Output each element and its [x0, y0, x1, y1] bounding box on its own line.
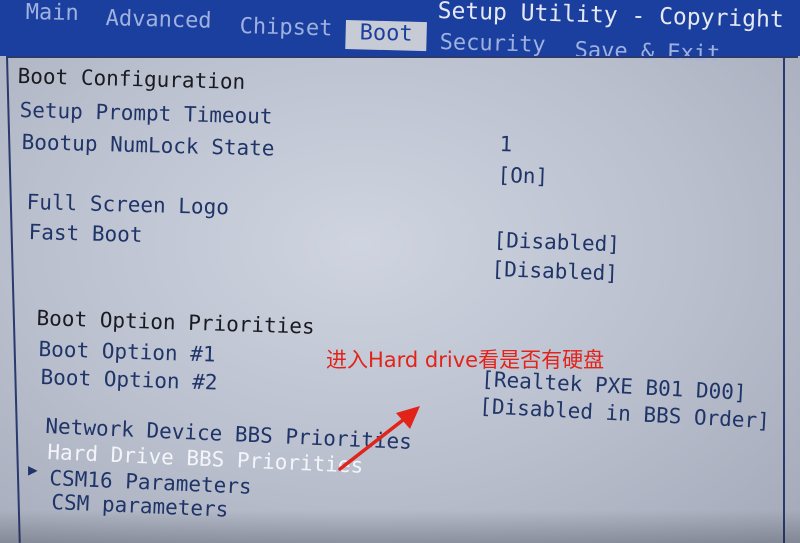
tab-security[interactable]: Security	[439, 30, 546, 58]
tab-chipset[interactable]: Chipset	[239, 14, 332, 41]
tab-main[interactable]: Main	[26, 0, 79, 26]
setup-prompt-timeout-value[interactable]: 1	[499, 132, 512, 156]
bootup-numlock-state-label[interactable]: Bootup NumLock State	[21, 130, 274, 161]
panel-right-border	[783, 56, 785, 543]
fast-boot-label[interactable]: Fast Boot	[28, 220, 142, 247]
panel-top-border	[8, 56, 798, 58]
bottom-shadow	[0, 510, 800, 543]
section-boot-configuration: Boot Configuration	[17, 64, 246, 94]
boot-option-2-label[interactable]: Boot Option #2	[40, 365, 218, 395]
full-screen-logo-label[interactable]: Full Screen Logo	[26, 190, 229, 219]
submenu-arrow-icon: ▶	[28, 460, 38, 479]
tab-boot[interactable]: Boot	[345, 20, 427, 52]
annotation-arrow-icon	[338, 406, 420, 471]
fast-boot-value[interactable]: [Disabled]	[491, 257, 618, 285]
panel-left-border	[6, 55, 21, 543]
bootup-numlock-state-value[interactable]: [On]	[497, 163, 548, 189]
window-title: Setup Utility - Copyright (C) 2018 Ameri…	[437, 0, 800, 40]
bios-screen: Setup Utility - Copyright (C) 2018 Ameri…	[0, 0, 800, 543]
tab-advanced[interactable]: Advanced	[105, 6, 212, 34]
annotation-text: 进入Hard drive看是否有硬盘	[326, 348, 605, 372]
section-boot-option-priorities: Boot Option Priorities	[36, 306, 316, 339]
title-bar: Setup Utility - Copyright (C) 2018 Ameri…	[0, 0, 800, 67]
full-screen-logo-value[interactable]: [Disabled]	[493, 228, 620, 256]
boot-option-1-label[interactable]: Boot Option #1	[38, 337, 216, 367]
setup-prompt-timeout-label[interactable]: Setup Prompt Timeout	[19, 98, 272, 129]
boot-settings-panel: Boot Configuration Setup Prompt Timeout …	[0, 55, 800, 543]
